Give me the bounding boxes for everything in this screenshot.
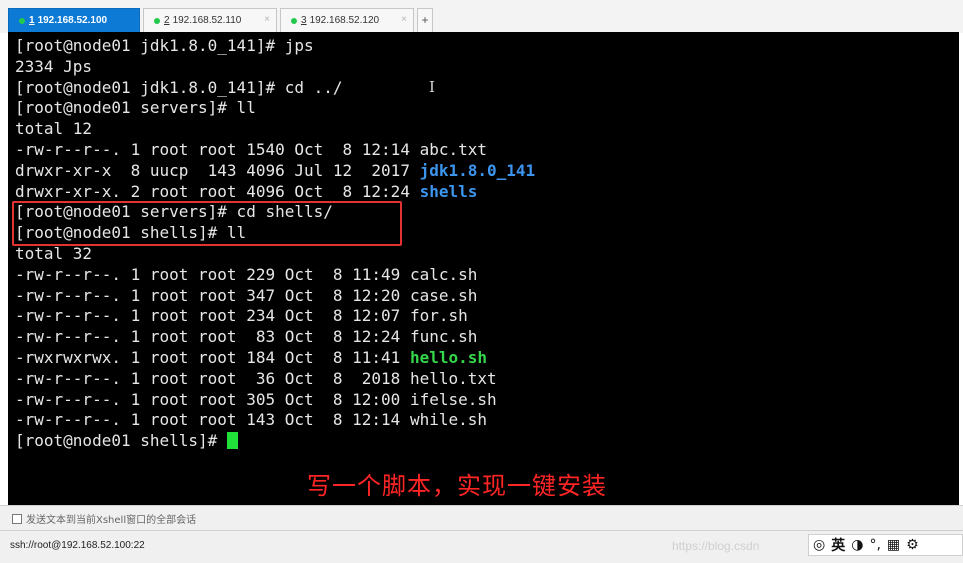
terminal-line-text: [root@node01 shells]# <box>15 431 227 451</box>
terminal-line: -rw-r--r--. 1 root root 229 Oct 8 11:49 … <box>15 265 959 286</box>
directory-name: shells <box>419 181 478 201</box>
terminal-line: -rwxrwxrwx. 1 root root 184 Oct 8 11:41 … <box>15 348 959 369</box>
connection-info: ssh://root@192.168.52.100:22 <box>10 540 145 551</box>
annotation-text: 写一个脚本，实现一键安装 <box>307 472 607 500</box>
terminal-line: -rw-r--r--. 1 root root 83 Oct 8 12:24 f… <box>15 327 959 348</box>
terminal-line-text: -rw-r--r--. 1 root root 36 Oct 8 2018 he… <box>15 368 497 388</box>
terminal-line-text: -rw-r--r--. 1 root root 229 Oct 8 11:49 … <box>15 264 478 284</box>
status-dot-icon <box>291 17 297 24</box>
terminal-line: total 12 <box>15 119 959 140</box>
tab-session-1[interactable]: 1 192.168.52.100 <box>8 8 140 32</box>
ime-keyboard-icon[interactable]: ▦ <box>887 537 900 553</box>
tab-session-3[interactable]: 3 192.168.52.120 × <box>280 8 414 32</box>
terminal-line-text: total 32 <box>15 243 93 263</box>
terminal-line-text: [root@node01 servers]# ll <box>15 98 256 118</box>
terminal-line: -rw-r--r--. 1 root root 234 Oct 8 12:07 … <box>15 306 959 327</box>
tab-bar: 1 192.168.52.100 2 192.168.52.110 × 3 192.168.… <box>0 0 963 33</box>
terminal-line-text: -rw-r--r--. 1 root root 305 Oct 8 12:00 … <box>15 389 497 409</box>
ime-toolbar[interactable]: ◎ 英 ◑ °, ▦ ⚙ <box>808 534 963 556</box>
terminal-window[interactable]: [root@node01 jdk1.8.0_141]# jps 2334 Jps[… <box>8 32 959 505</box>
terminal-line-text: -rwxrwxrwx. 1 root root 184 Oct 8 11:41 <box>15 347 410 367</box>
terminal-line-text: -rw-r--r--. 1 root root 234 Oct 8 12:07 … <box>15 306 468 326</box>
terminal-line-text: drwxr-xr-x. 2 root root 4096 Oct 8 12:24 <box>15 181 420 201</box>
tab-number: 2 <box>164 15 170 26</box>
tab-host: 192.168.52.100 <box>37 15 108 26</box>
terminal-cursor <box>226 432 238 450</box>
ime-halfwidth-icon[interactable]: ◑ <box>851 537 863 553</box>
directory-name: jdk1.8.0_141 <box>419 160 536 180</box>
terminal-line: [root@node01 jdk1.8.0_141]# cd ../ <box>15 78 959 99</box>
tab-number: 3 <box>301 15 307 26</box>
watermark-text: https://blog.csdn <box>672 539 760 553</box>
terminal-line: -rw-r--r--. 1 root root 347 Oct 8 12:20 … <box>15 286 959 307</box>
terminal-line-text: drwxr-xr-x 8 uucp 143 4096 Jul 12 2017 <box>15 160 420 180</box>
ime-logo-icon[interactable]: ◎ <box>813 537 825 553</box>
compose-bar-label: 发送文本到当前Xshell窗口的全部会话 <box>26 515 197 526</box>
terminal-line: -rw-r--r--. 1 root root 305 Oct 8 12:00 … <box>15 390 959 411</box>
terminal-line: [root@node01 jdk1.8.0_141]# jps <box>15 36 959 57</box>
tab-number: 1 <box>29 15 35 26</box>
terminal-line-text: -rw-r--r--. 1 root root 83 Oct 8 12:24 f… <box>15 327 478 347</box>
status-bar: ssh://root@192.168.52.100:22 https://blo… <box>0 530 963 563</box>
tab-close-icon[interactable]: × <box>264 14 270 25</box>
compose-bar[interactable]: 发送文本到当前Xshell窗口的全部会话 <box>0 505 963 531</box>
tab-close-icon[interactable]: × <box>401 14 407 25</box>
ime-settings-icon[interactable]: ⚙ <box>906 537 919 553</box>
tab-host: 192.168.52.110 <box>172 15 242 26</box>
terminal-line-text: -rw-r--r--. 1 root root 143 Oct 8 12:14 … <box>15 410 488 430</box>
tab-host: 192.168.52.120 <box>309 15 380 26</box>
terminal-line: drwxr-xr-x. 2 root root 4096 Oct 8 12:24… <box>15 182 959 203</box>
terminal-line-text: total 12 <box>15 119 93 139</box>
terminal-line: -rw-r--r--. 1 root root 1540 Oct 8 12:14… <box>15 140 959 161</box>
terminal-line: drwxr-xr-x 8 uucp 143 4096 Jul 12 2017 j… <box>15 161 959 182</box>
highlight-box <box>12 201 402 246</box>
text-cursor-icon: I <box>429 78 435 96</box>
terminal-line: total 32 <box>15 244 959 265</box>
terminal-line-text: 2334 Jps <box>15 56 93 76</box>
ime-mode-toggle[interactable]: 英 <box>831 535 845 555</box>
session-tabs: 1 192.168.52.100 2 192.168.52.110 × 3 192.168.… <box>8 8 433 32</box>
terminal-line: [root@node01 servers]# ll <box>15 98 959 119</box>
terminal-line: 2334 Jps <box>15 57 959 78</box>
compose-checkbox[interactable] <box>12 514 22 524</box>
terminal-line: -rw-r--r--. 1 root root 143 Oct 8 12:14 … <box>15 410 959 431</box>
terminal-line-text: [root@node01 jdk1.8.0_141]# jps <box>15 36 314 55</box>
status-dot-icon <box>19 17 25 24</box>
terminal-line: -rw-r--r--. 1 root root 36 Oct 8 2018 he… <box>15 369 959 390</box>
tab-session-2[interactable]: 2 192.168.52.110 × <box>143 8 277 32</box>
terminal-line: [root@node01 shells]# <box>15 431 959 452</box>
terminal-line-text: -rw-r--r--. 1 root root 347 Oct 8 12:20 … <box>15 285 478 305</box>
terminal-line-text: [root@node01 jdk1.8.0_141]# cd ../ <box>15 77 343 97</box>
new-tab-button[interactable]: + <box>417 8 433 32</box>
status-dot-icon <box>154 17 160 24</box>
ime-punctuation-icon[interactable]: °, <box>869 537 880 553</box>
terminal-line-text: -rw-r--r--. 1 root root 1540 Oct 8 12:14… <box>15 139 488 159</box>
executable-file-name: hello.sh <box>409 347 488 367</box>
